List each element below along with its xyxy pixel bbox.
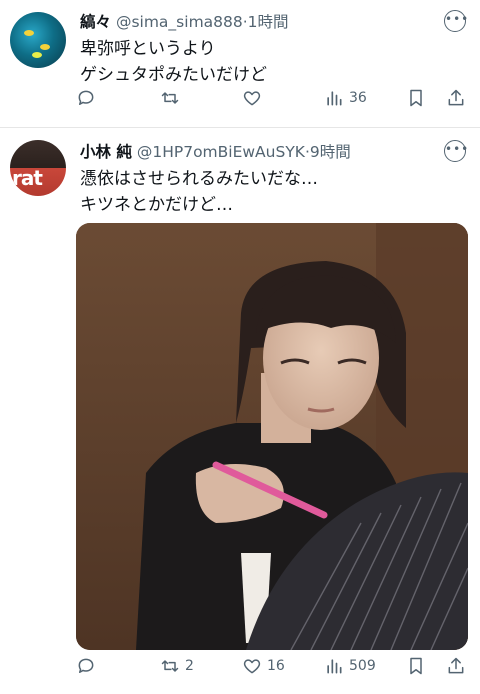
heart-icon	[243, 91, 261, 106]
reply-icon	[78, 658, 94, 673]
display-name[interactable]: 小林 純	[80, 143, 132, 161]
tweet-header: 縞々 @sima_sima888·1時間	[80, 10, 289, 32]
tweet-text-line: 卑弥呼というより	[80, 39, 216, 59]
views-icon	[327, 659, 342, 674]
user-handle[interactable]: @1HP7omBiEwAuSYK	[137, 143, 305, 161]
tweet[interactable]: 縞々 @sima_sima888·1時間 ••• 卑弥呼というより ゲシュタポみ…	[0, 0, 480, 128]
views-button[interactable]: 509	[324, 656, 376, 676]
more-icon[interactable]: •••	[444, 10, 468, 32]
tweet-text: 憑依はさせられるみたいだな… キツネとかだけど…	[80, 166, 318, 218]
avatar[interactable]	[10, 12, 66, 68]
reply-button[interactable]	[76, 656, 101, 676]
retweet-icon	[161, 660, 179, 672]
share-icon	[448, 657, 464, 674]
like-count: 16	[267, 658, 285, 674]
avatar-decoration	[40, 44, 50, 50]
tweet-text-line: ゲシュタポみたいだけど	[80, 65, 267, 85]
views-count: 509	[349, 658, 376, 674]
tweet-text-line: 憑依はさせられるみたいだな…	[80, 169, 318, 189]
reply-button[interactable]	[76, 88, 101, 108]
reply-icon	[78, 90, 94, 105]
user-handle[interactable]: @sima_sima888	[116, 13, 243, 31]
views-button[interactable]: 36	[324, 88, 367, 108]
avatar[interactable]: rat	[10, 140, 66, 196]
tweet-text: 卑弥呼というより ゲシュタポみたいだけど	[80, 36, 267, 88]
tweet-text-line: キツネとかだけど…	[80, 195, 233, 215]
more-icon[interactable]: •••	[444, 140, 468, 162]
retweet-count: 2	[185, 658, 194, 674]
share-button[interactable]	[446, 656, 466, 676]
timestamp[interactable]: ·1時間	[243, 13, 289, 31]
tweet-header: 小林 純 @1HP7omBiEwAuSYK·9時間	[80, 140, 351, 162]
bookmark-icon	[410, 89, 422, 107]
avatar-decoration: rat	[12, 166, 43, 190]
tweet[interactable]: rat 小林 純 @1HP7omBiEwAuSYK·9時間 ••• 憑依はさせら…	[0, 128, 480, 694]
share-button[interactable]	[446, 88, 466, 108]
retweet-button[interactable]	[160, 88, 185, 108]
bookmark-button[interactable]	[406, 88, 426, 108]
like-button[interactable]: 16	[242, 656, 285, 676]
views-icon	[327, 91, 342, 106]
action-bar: 2 16 509	[76, 656, 472, 682]
retweet-icon	[161, 92, 179, 104]
action-bar: 36	[76, 88, 472, 114]
heart-icon	[243, 659, 261, 674]
retweet-button[interactable]: 2	[160, 656, 194, 676]
tweet-photo[interactable]	[76, 223, 468, 650]
avatar-decoration	[32, 52, 42, 58]
share-icon	[448, 89, 464, 106]
bookmark-icon	[410, 657, 422, 675]
photo-illustration	[76, 223, 468, 650]
views-count: 36	[349, 90, 367, 106]
bookmark-button[interactable]	[406, 656, 426, 676]
avatar-decoration	[24, 30, 34, 36]
display-name[interactable]: 縞々	[80, 13, 111, 31]
timestamp[interactable]: ·9時間	[305, 143, 351, 161]
like-button[interactable]	[242, 88, 267, 108]
